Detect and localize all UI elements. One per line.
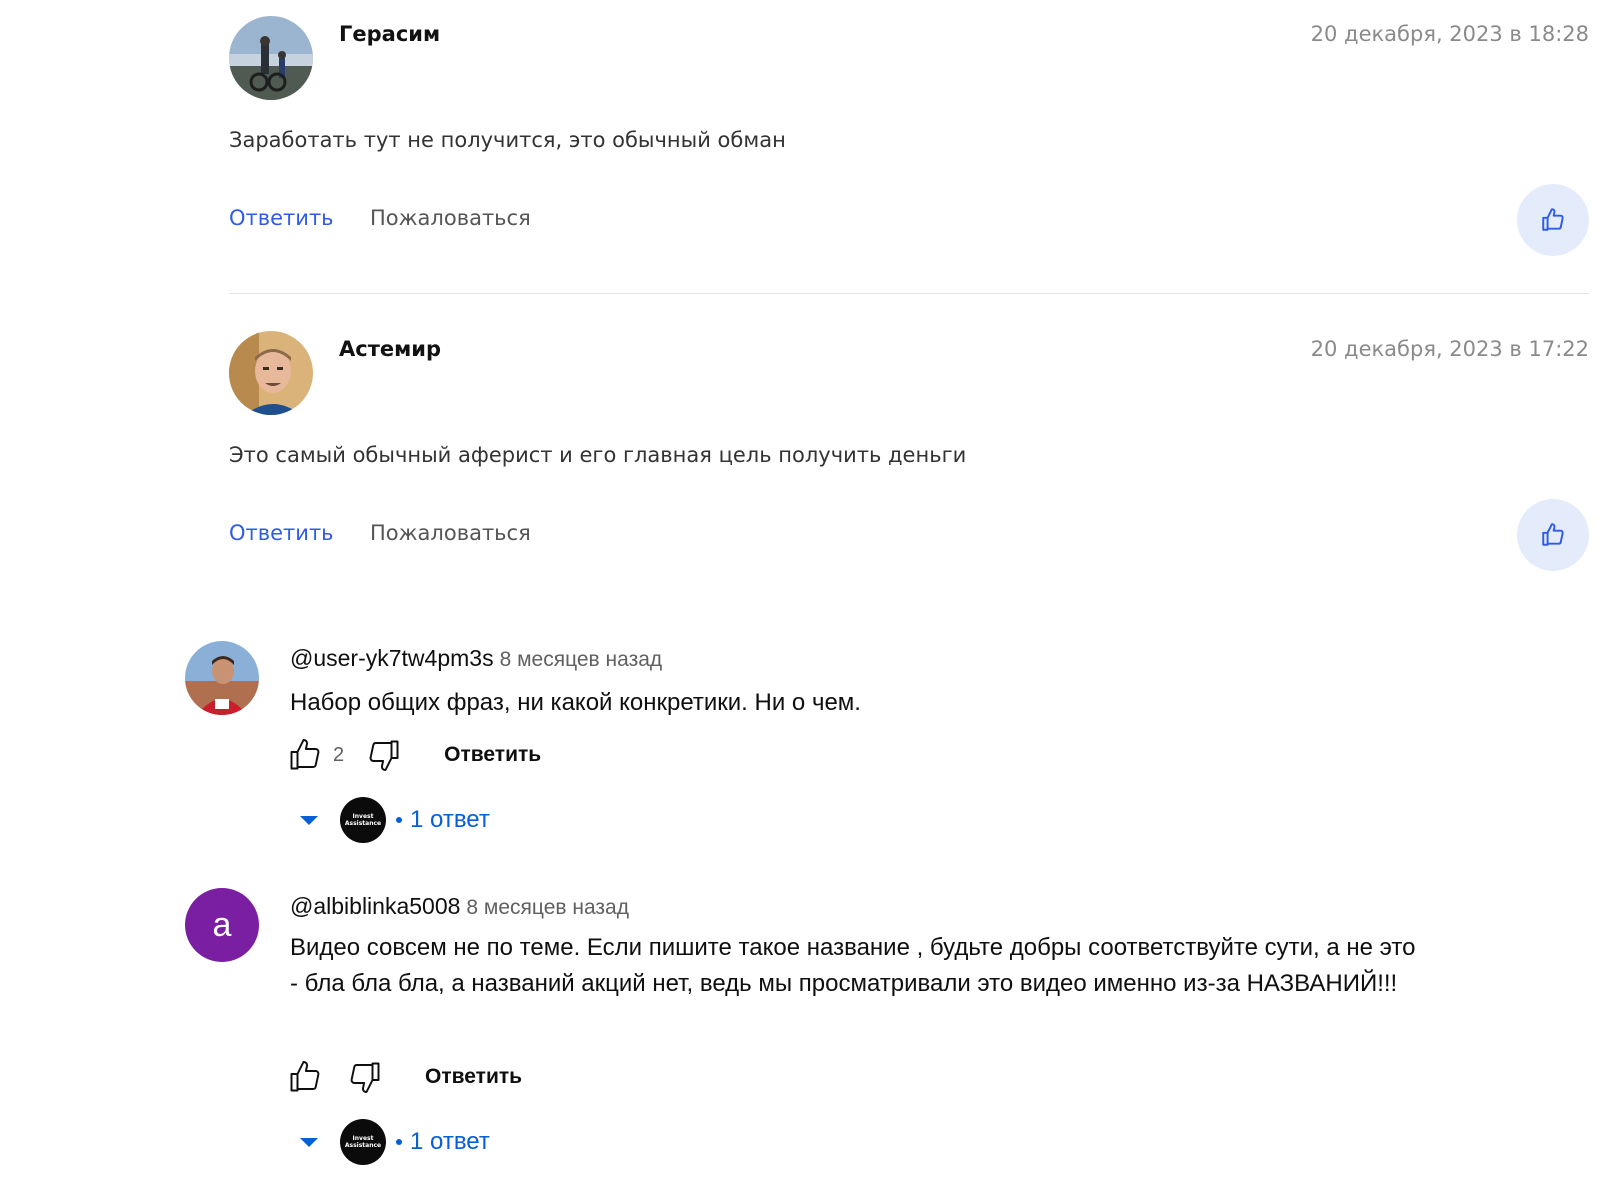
avatar[interactable] xyxy=(229,331,313,415)
separator-dot xyxy=(396,817,402,823)
thumbs-up-icon xyxy=(290,739,320,770)
like-button[interactable] xyxy=(1517,499,1589,571)
replies-count: 1 ответ xyxy=(410,1128,490,1155)
comment-author[interactable]: Герасим xyxy=(339,22,440,46)
comment-author[interactable]: @user-yk7tw4pm3s xyxy=(290,645,494,671)
reply-button[interactable]: Ответить xyxy=(229,206,334,230)
comment-actions: 2 Ответить xyxy=(285,735,541,775)
thumbs-down-icon xyxy=(369,740,399,771)
avatar[interactable] xyxy=(229,16,313,100)
reply-button[interactable]: Ответить xyxy=(229,521,334,545)
comment-text: Видео совсем не по теме. Если пишите так… xyxy=(290,934,1416,997)
comment-actions: Ответить xyxy=(285,1057,522,1097)
comment-time[interactable]: 8 месяцев назад xyxy=(500,648,663,671)
comment-text: Это самый обычный аферист и его главная … xyxy=(229,443,967,467)
comment-header: @user-yk7tw4pm3s 8 месяцев назад xyxy=(290,645,662,672)
chevron-down-icon xyxy=(300,1137,318,1147)
chevron-down-icon xyxy=(300,815,318,825)
comment-header: @albiblinka5008 8 месяцев назад xyxy=(290,893,629,920)
comment-author[interactable]: @albiblinka5008 xyxy=(290,893,460,919)
site-comment: Астемир 20 декабря, 2023 в 17:22 Это сам… xyxy=(229,331,1589,571)
view-replies-button[interactable]: Invest Assistance 1 ответ xyxy=(300,797,490,843)
replies-count: 1 ответ xyxy=(410,806,490,833)
like-button[interactable] xyxy=(1517,184,1589,256)
like-button[interactable] xyxy=(285,1057,325,1097)
separator-dot xyxy=(396,1139,402,1145)
report-button[interactable]: Пожаловаться xyxy=(370,206,531,230)
comment-date: 20 декабря, 2023 в 18:28 xyxy=(1310,22,1589,46)
comment-text: Заработать тут не получится, это обычный… xyxy=(229,128,786,152)
reply-button[interactable]: Ответить xyxy=(425,1065,522,1089)
thumbs-up-icon xyxy=(1542,523,1564,546)
avatar[interactable] xyxy=(185,641,259,715)
reply-button[interactable]: Ответить xyxy=(444,743,541,767)
divider xyxy=(229,293,1589,294)
view-replies-button[interactable]: Invest Assistance 1 ответ xyxy=(300,1119,490,1165)
like-count: 2 xyxy=(333,743,345,766)
comment-author[interactable]: Астемир xyxy=(339,337,441,361)
reply-avatar: Invest Assistance xyxy=(340,1119,386,1165)
report-button[interactable]: Пожаловаться xyxy=(370,521,531,545)
comment-time[interactable]: 8 месяцев назад xyxy=(466,896,629,919)
site-comment: Герасим 20 декабря, 2023 в 18:28 Заработ… xyxy=(229,16,1589,256)
avatar[interactable]: a xyxy=(185,888,259,962)
comment-date: 20 декабря, 2023 в 17:22 xyxy=(1310,337,1589,361)
reply-avatar: Invest Assistance xyxy=(340,797,386,843)
thumbs-down-icon xyxy=(350,1062,380,1093)
dislike-button[interactable] xyxy=(345,1057,385,1097)
like-button[interactable] xyxy=(285,735,325,775)
thumbs-up-icon xyxy=(1542,208,1564,231)
dislike-button[interactable] xyxy=(364,735,404,775)
thumbs-up-icon xyxy=(290,1061,320,1092)
comment-text: Набор общих фраз, ни какой конкретики. Н… xyxy=(290,689,861,716)
